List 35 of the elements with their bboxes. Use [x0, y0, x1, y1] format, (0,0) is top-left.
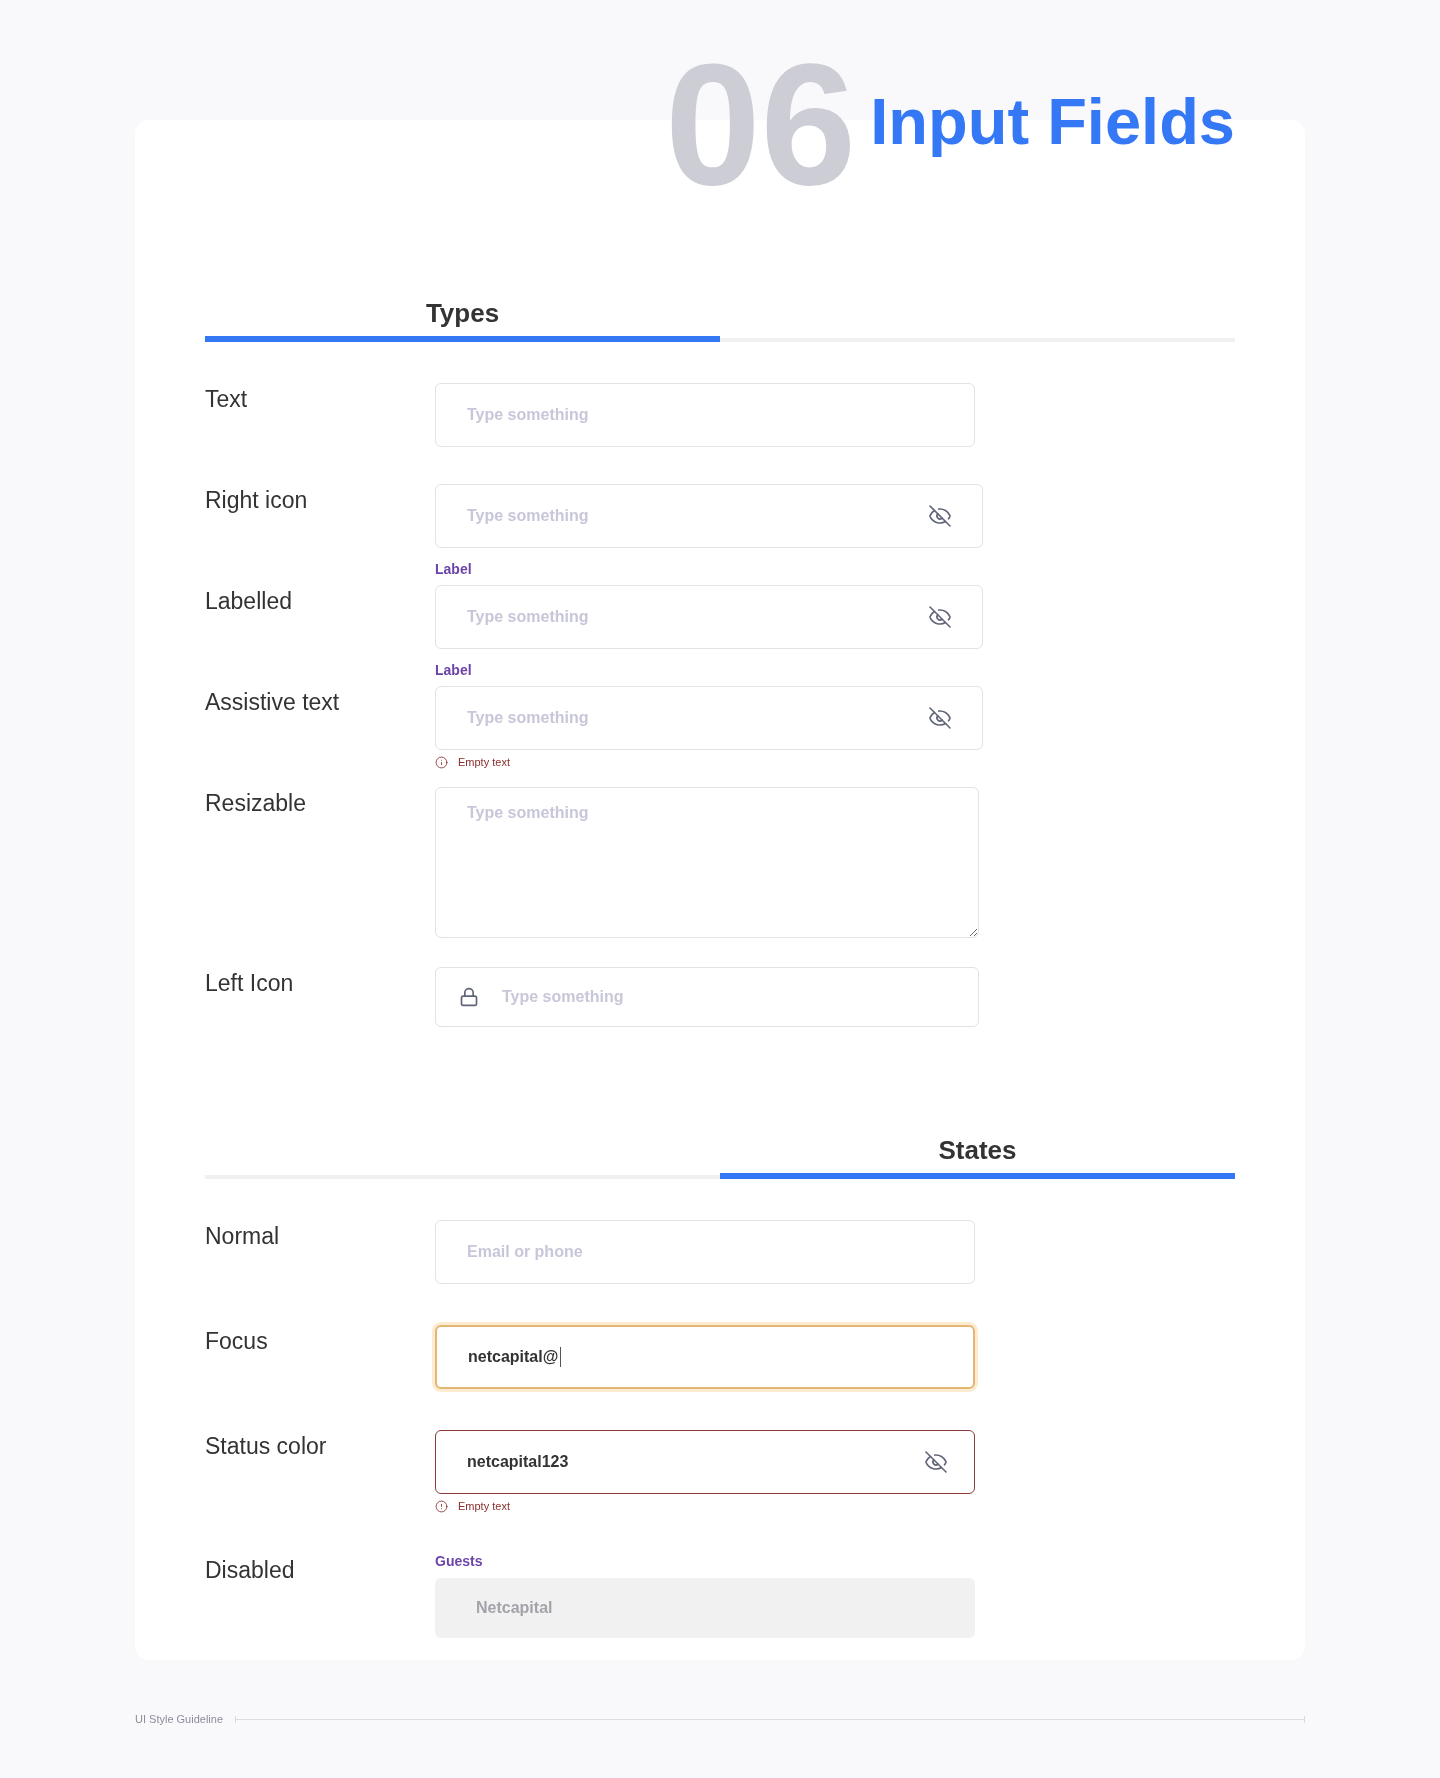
input-field[interactable]: netcapital@: [435, 1325, 975, 1389]
row-label: Resizable: [205, 792, 306, 815]
input-field[interactable]: Type something: [435, 383, 975, 447]
row-label: Status color: [205, 1435, 327, 1458]
text-area[interactable]: Type something: [435, 787, 979, 938]
input-field[interactable]: Type something: [435, 686, 983, 750]
row-label: Normal: [205, 1225, 280, 1248]
eye-off-icon[interactable]: [924, 1450, 948, 1474]
eye-off-icon[interactable]: [928, 504, 952, 528]
row-label: Disabled: [205, 1559, 295, 1582]
row-label: Assistive text: [205, 691, 340, 714]
input-field[interactable]: Email or phone: [435, 1220, 975, 1284]
row-label: Right icon: [205, 489, 308, 512]
section-heading: Types: [425, 300, 500, 326]
section-heading: States: [938, 1137, 1017, 1163]
error-message: Empty text: [458, 757, 510, 768]
input-field[interactable]: Type something: [435, 484, 983, 548]
input-field[interactable]: Type something: [435, 967, 979, 1027]
alert-icon: [435, 1500, 448, 1513]
row-label: Text: [205, 388, 248, 411]
field-label: Label: [435, 663, 472, 677]
row-label: Labelled: [205, 590, 292, 613]
lock-icon: [459, 987, 479, 1007]
field-label: Guests: [435, 1554, 483, 1568]
input-field[interactable]: netcapital123: [435, 1430, 975, 1494]
row-label: Focus: [205, 1330, 268, 1353]
row-label: Left Icon: [205, 972, 294, 995]
eye-off-icon[interactable]: [928, 706, 952, 730]
eye-off-icon[interactable]: [928, 605, 952, 629]
input-field[interactable]: Type something: [435, 585, 983, 649]
text-cursor-icon: [560, 1347, 562, 1367]
info-icon: [435, 756, 448, 769]
field-label: Label: [435, 562, 472, 576]
error-message: Empty text: [458, 1501, 510, 1512]
footer-text: UI Style Guideline: [135, 1714, 224, 1725]
